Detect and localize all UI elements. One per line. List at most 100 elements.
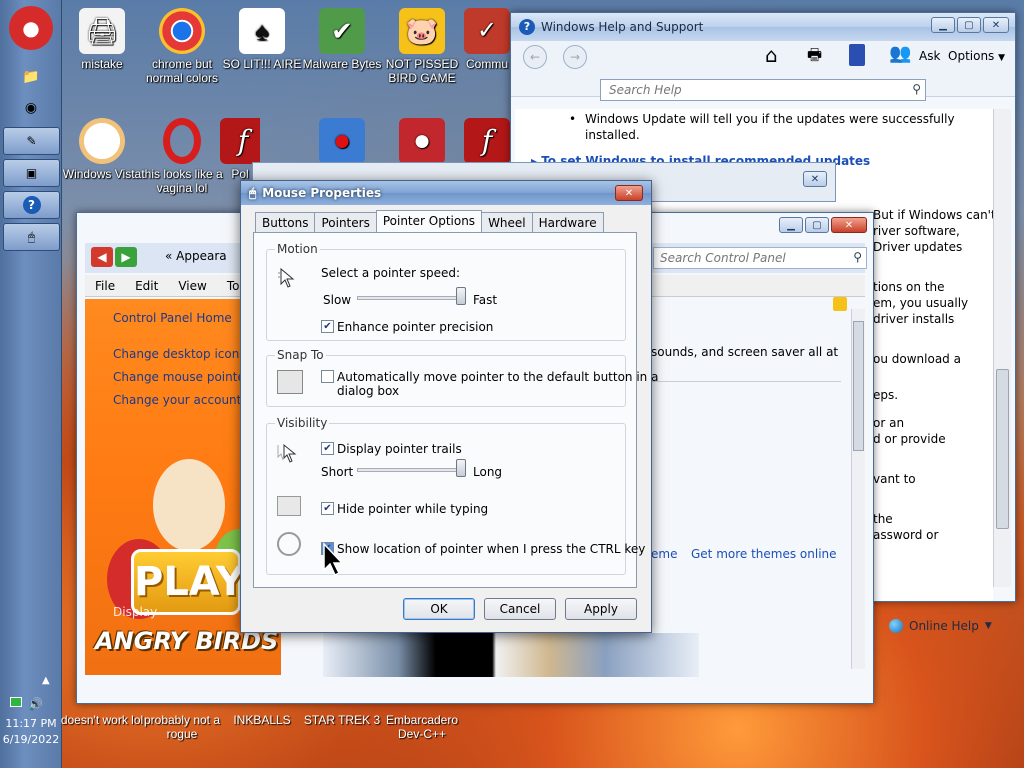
start-orb-icon[interactable]: ● — [9, 6, 53, 50]
desktop-icon-label-3[interactable]: INKBALLS — [220, 713, 304, 727]
pointer-trails-thumb[interactable] — [456, 459, 466, 477]
volume-icon[interactable]: 🔊 — [28, 697, 43, 713]
desktop-icon-label: Malware Bytes — [302, 57, 382, 71]
scroll-thumb[interactable] — [996, 369, 1009, 529]
link-change-desktop-icons[interactable]: Change desktop icons — [113, 347, 246, 361]
browse-help-icon[interactable] — [849, 44, 865, 66]
menu-edit[interactable]: Edit — [135, 279, 158, 293]
online-help-label: Online Help — [909, 619, 979, 633]
chrome-icon[interactable]: ◉ — [20, 97, 42, 119]
desktop-icon-label-4[interactable]: STAR TREK 3 — [300, 713, 384, 727]
back-button[interactable]: ← — [523, 45, 547, 69]
menu-view[interactable]: View — [178, 279, 206, 293]
desktop-icon-community[interactable]: ✓ Commu — [460, 8, 514, 71]
maximize-button[interactable]: ▢ — [957, 17, 981, 33]
clock[interactable]: 11:17 PM 6/19/2022 — [0, 716, 62, 748]
pig-icon: 🐷 — [399, 8, 445, 54]
taskbar-mouse[interactable]: 🖱 — [3, 223, 60, 251]
ok-button[interactable]: OK — [403, 598, 475, 620]
tab-pointer-options[interactable]: Pointer Options — [375, 210, 483, 232]
desktop-icon-angry-2[interactable]: ● — [380, 118, 464, 167]
menu-file[interactable]: File — [95, 279, 115, 293]
tab-wheel[interactable]: Wheel — [481, 212, 533, 232]
pointer-speed-thumb[interactable] — [456, 287, 466, 305]
desktop-icon-label-5[interactable]: Embarcadero Dev-C++ — [380, 713, 464, 741]
search-icon[interactable]: ⚲ — [912, 82, 921, 96]
desktop-icon-chrome[interactable]: chrome but normal colors — [140, 8, 224, 85]
help-bullet-line-1: Windows Update will tell you if the upda… — [585, 112, 955, 126]
desktop-icon-flash-2[interactable]: f — [460, 118, 514, 167]
help-scrollbar[interactable] — [993, 109, 1011, 587]
cp-body-text: sounds, and screen saver all at — [651, 345, 839, 359]
visibility-group-label: Visibility — [275, 416, 330, 430]
taskbar-help[interactable]: ? — [3, 191, 60, 219]
egg-icon — [79, 118, 125, 164]
taskbar-app-2[interactable]: ▣ — [3, 159, 60, 187]
apply-button[interactable]: Apply — [565, 598, 637, 620]
link-control-panel-home[interactable]: Control Panel Home — [113, 311, 232, 325]
divider — [651, 381, 841, 382]
printer-icon: 🖨 — [79, 8, 125, 54]
get-more-themes-link[interactable]: Get more themes online — [691, 547, 837, 561]
cancel-button[interactable]: Cancel — [484, 598, 556, 620]
forward-button[interactable]: ▶ — [115, 247, 137, 267]
tab-buttons[interactable]: Buttons — [255, 212, 316, 232]
desktop-icon-not-pissed[interactable]: 🐷 NOT PISSED BIRD GAME — [380, 8, 464, 85]
pointer-speed-slider[interactable] — [357, 296, 461, 300]
desktop-icon-label: Commu — [465, 57, 508, 71]
desktop-icon-windows-vista[interactable]: Windows Vista — [60, 118, 144, 181]
ask-icon[interactable]: 👥 — [889, 43, 911, 64]
desktop-icon-label: this looks like a vagina lol — [141, 167, 223, 195]
desktop-icon-malwarebytes[interactable]: ✔ Malware Bytes — [300, 8, 384, 71]
desktop-icon-label-1[interactable]: doesn't work lol — [60, 713, 144, 727]
snap-to-label-1: Automatically move pointer to the defaul… — [337, 370, 659, 384]
motion-group-label: Motion — [275, 242, 320, 256]
breadcrumb[interactable]: « Appeara — [165, 249, 227, 263]
ask-button[interactable]: Ask — [919, 49, 940, 63]
home-icon[interactable]: ⌂ — [765, 43, 778, 67]
pointer-trails-checkbox[interactable]: ✔ — [321, 442, 334, 455]
folder-icon[interactable]: 📁 — [20, 66, 42, 88]
snap-to-checkbox[interactable] — [321, 370, 334, 383]
link-display[interactable]: Display — [113, 605, 157, 619]
online-help-button[interactable]: Online Help ▼ — [889, 619, 992, 633]
cp-scrollbar[interactable] — [851, 309, 865, 669]
close-button[interactable]: ✕ — [831, 217, 867, 233]
scroll-thumb[interactable] — [853, 321, 864, 451]
link-change-mouse-pointers[interactable]: Change mouse pointers — [113, 370, 256, 384]
mouse-titlebar[interactable]: 🖱 Mouse Properties — [241, 181, 651, 205]
back-button[interactable]: ◀ — [91, 247, 113, 267]
network-icon[interactable] — [10, 697, 22, 707]
hide-pointer-checkbox[interactable]: ✔ — [321, 502, 334, 515]
search-icon[interactable]: ⚲ — [853, 250, 862, 264]
desktop-icon-angry-1[interactable]: ● — [300, 118, 384, 167]
close-button[interactable]: ✕ — [983, 17, 1009, 33]
close-button[interactable]: ✕ — [803, 171, 827, 187]
taskbar-app-1[interactable]: ✎ — [3, 127, 60, 155]
close-button[interactable]: ✕ — [615, 185, 643, 201]
print-icon[interactable]: 🖶 — [807, 44, 822, 71]
theme-thumbnails[interactable] — [323, 633, 699, 677]
desktop-icon-solitaire[interactable]: ♠ SO LIT!!! AIRE — [220, 8, 304, 71]
minimize-button[interactable]: ▁ — [779, 217, 803, 233]
enhance-precision-checkbox[interactable]: ✔ — [321, 320, 334, 333]
desktop-icon-label-2[interactable]: probably not a rogue — [140, 713, 224, 741]
desktop-icon-mistake[interactable]: 🖨 mistake — [60, 8, 144, 71]
visibility-group: Visibility ✔ Display pointer trails Shor… — [266, 416, 645, 575]
control-panel-search-input[interactable]: Search Control Panel ⚲ — [653, 247, 867, 269]
maximize-button[interactable]: ▢ — [805, 217, 829, 233]
pointer-speed-label: Select a pointer speed: — [321, 266, 461, 280]
cp-theme-partial[interactable]: eme — [651, 547, 677, 561]
tray-expand-icon[interactable]: ▲ — [42, 675, 50, 686]
forward-button[interactable]: → — [563, 45, 587, 69]
breadcrumb-text: Appeara — [176, 249, 227, 263]
pointer-trails-slider[interactable] — [357, 468, 461, 472]
options-button[interactable]: Options ▼ — [948, 49, 1005, 63]
tab-hardware[interactable]: Hardware — [531, 212, 604, 232]
link-change-account-picture[interactable]: Change your account pi — [113, 393, 256, 407]
help-search-input[interactable]: Search Help ⚲ — [600, 79, 926, 101]
minimize-button[interactable]: ▁ — [931, 17, 955, 33]
desktop-icon-opera[interactable]: this looks like a vagina lol — [140, 118, 224, 195]
tab-pointers[interactable]: Pointers — [314, 212, 377, 232]
help-line: tions on the — [873, 280, 945, 294]
